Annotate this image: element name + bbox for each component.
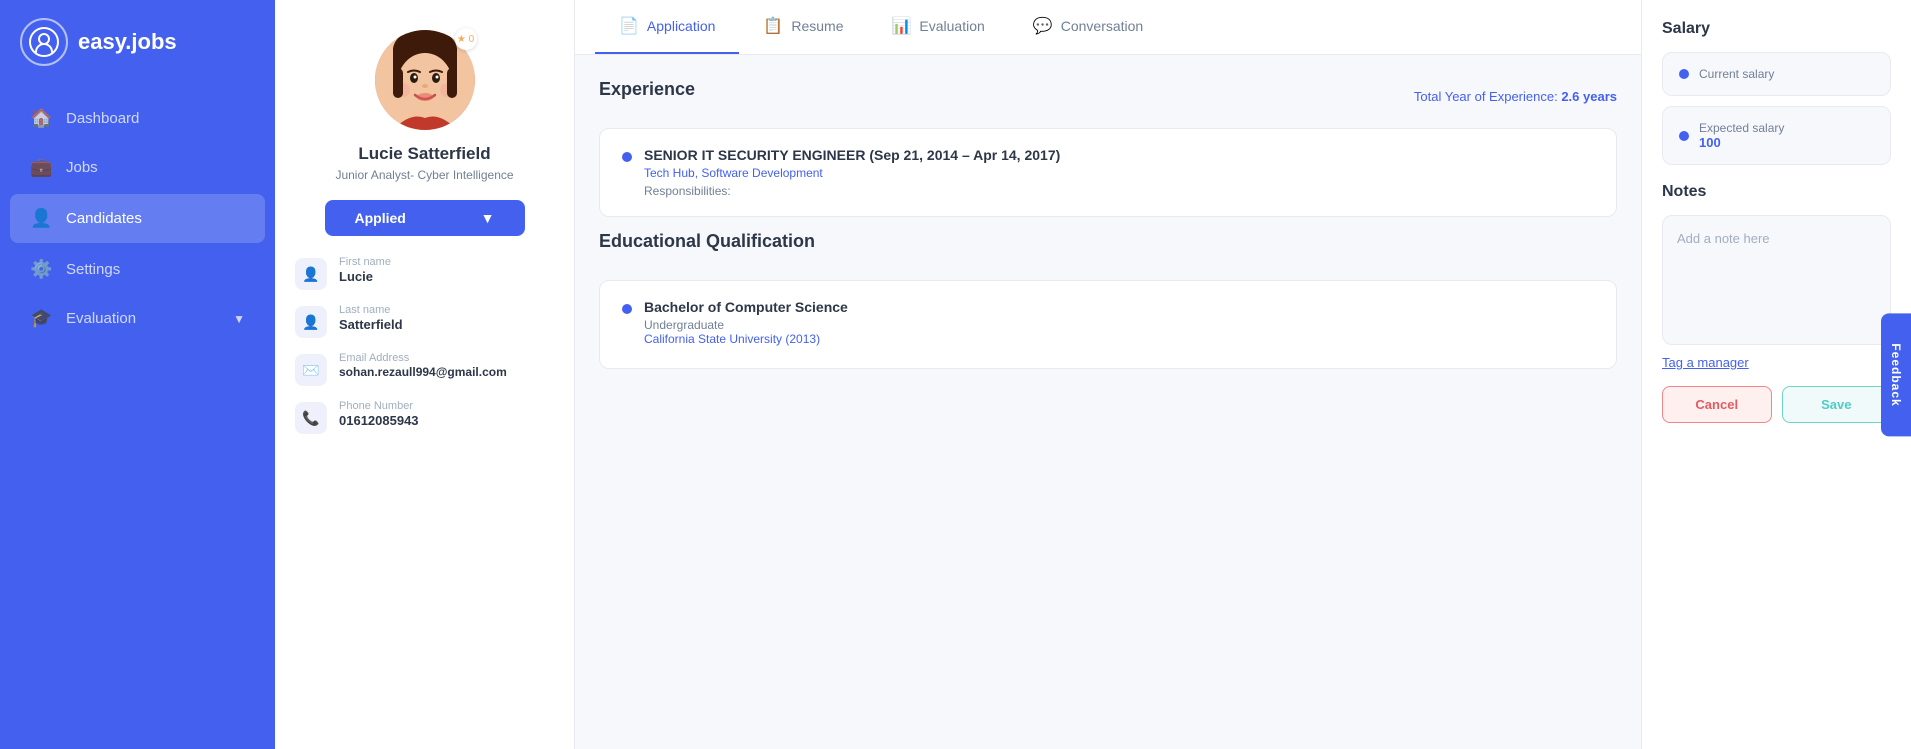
- field-lastname: 👤 Last name Satterfield: [295, 304, 554, 338]
- candidates-icon: 👤: [30, 208, 52, 229]
- notes-textarea[interactable]: Add a note here: [1662, 215, 1891, 345]
- sidebar: easy.jobs 🏠 Dashboard 💼 Jobs 👤 Candidate…: [0, 0, 275, 749]
- profile-title: Junior Analyst- Cyber Intelligence: [335, 168, 513, 182]
- logo-area: easy.jobs: [0, 0, 275, 84]
- education-header: Educational Qualification: [599, 231, 1617, 266]
- jobs-icon: 💼: [30, 157, 52, 178]
- details-panel: 📄 Application 📋 Resume 📊 Evaluation 💬 Co…: [575, 0, 1641, 749]
- card-dot: [622, 304, 632, 314]
- chevron-down-icon: ▼: [233, 312, 245, 326]
- experience-meta: Total Year of Experience: 2.6 years: [1414, 89, 1617, 104]
- conversation-tab-icon: 💬: [1033, 16, 1053, 36]
- current-salary-card: Current salary: [1662, 52, 1891, 96]
- status-button[interactable]: Applied ▼: [325, 200, 525, 236]
- tab-application[interactable]: 📄 Application: [595, 0, 739, 54]
- action-buttons: Cancel Save: [1662, 386, 1891, 423]
- settings-icon: ⚙️: [30, 259, 52, 280]
- tab-resume[interactable]: 📋 Resume: [739, 0, 867, 54]
- sidebar-item-settings[interactable]: ⚙️ Settings: [0, 245, 275, 294]
- sidebar-item-label: Jobs: [66, 159, 98, 176]
- evaluation-icon: 🎓: [30, 308, 52, 329]
- email-icon: ✉️: [295, 354, 327, 386]
- tab-evaluation[interactable]: 📊 Evaluation: [867, 0, 1008, 54]
- experience-title: Experience: [599, 79, 695, 100]
- tag-manager-link[interactable]: Tag a manager: [1662, 355, 1891, 370]
- feedback-button[interactable]: Feedback: [1881, 313, 1911, 436]
- salary-dot: [1679, 131, 1689, 141]
- experience-card-1: SENIOR IT SECURITY ENGINEER (Sep 21, 201…: [599, 128, 1617, 217]
- tab-conversation[interactable]: 💬 Conversation: [1009, 0, 1167, 54]
- nav-items: 🏠 Dashboard 💼 Jobs 👤 Candidates ⚙️ Setti…: [0, 94, 275, 343]
- cancel-button[interactable]: Cancel: [1662, 386, 1772, 423]
- sidebar-item-candidates[interactable]: 👤 Candidates: [10, 194, 265, 243]
- field-firstname: 👤 First name Lucie: [295, 256, 554, 290]
- application-tab-icon: 📄: [619, 16, 639, 36]
- right-panel: Salary Current salary Expected salary 10…: [1641, 0, 1911, 749]
- notes-section-title: Notes: [1662, 183, 1891, 201]
- field-phone: 📞 Phone Number 01612085943: [295, 400, 554, 434]
- avatar-wrap: ★ 0: [375, 30, 475, 130]
- education-card-1: Bachelor of Computer Science Undergradua…: [599, 280, 1617, 369]
- expected-salary-card: Expected salary 100: [1662, 106, 1891, 165]
- details-content: Experience Total Year of Experience: 2.6…: [575, 55, 1641, 749]
- resume-tab-icon: 📋: [763, 16, 783, 36]
- sidebar-item-label: Dashboard: [66, 110, 139, 127]
- salary-section-title: Salary: [1662, 20, 1891, 38]
- profile-panel: ★ 0 Lucie Satterfield Junior Analyst- Cy…: [275, 0, 575, 749]
- education-title: Educational Qualification: [599, 231, 815, 252]
- person-icon: 👤: [295, 258, 327, 290]
- profile-name: Lucie Satterfield: [358, 144, 490, 164]
- salary-dot: [1679, 69, 1689, 79]
- sidebar-item-jobs[interactable]: 💼 Jobs: [0, 143, 275, 192]
- field-email: ✉️ Email Address sohan.rezaull994@gmail.…: [295, 352, 554, 386]
- sidebar-item-label: Candidates: [66, 210, 142, 227]
- home-icon: 🏠: [30, 108, 52, 129]
- sidebar-item-evaluation[interactable]: 🎓 Evaluation ▼: [0, 294, 275, 343]
- save-button[interactable]: Save: [1782, 386, 1892, 423]
- logo-text: easy.jobs: [78, 29, 177, 55]
- star-badge: ★ 0: [455, 28, 477, 50]
- phone-icon: 📞: [295, 402, 327, 434]
- logo-icon: [20, 18, 68, 66]
- sidebar-item-label: Settings: [66, 261, 120, 278]
- tabs-bar: 📄 Application 📋 Resume 📊 Evaluation 💬 Co…: [575, 0, 1641, 55]
- experience-header: Experience Total Year of Experience: 2.6…: [599, 79, 1617, 114]
- main-content: ★ 0 Lucie Satterfield Junior Analyst- Cy…: [275, 0, 1911, 749]
- sidebar-item-dashboard[interactable]: 🏠 Dashboard: [0, 94, 275, 143]
- person-icon: 👤: [295, 306, 327, 338]
- profile-fields: 👤 First name Lucie 👤 Last name Satterfie…: [295, 256, 554, 434]
- notes-placeholder: Add a note here: [1677, 231, 1770, 246]
- card-dot: [622, 152, 632, 162]
- evaluation-tab-icon: 📊: [891, 16, 911, 36]
- sidebar-item-label: Evaluation: [66, 310, 136, 327]
- chevron-down-icon: ▼: [481, 210, 495, 226]
